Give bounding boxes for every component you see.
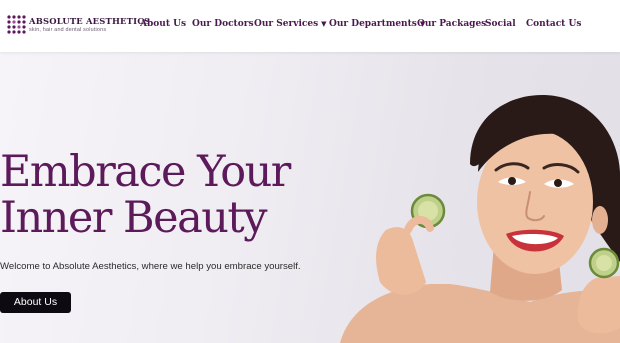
woman-holding-cucumber-slices-photo <box>340 95 620 343</box>
hero-title: Embrace Your Inner Beauty <box>0 149 320 241</box>
nav-item-label: Social <box>485 19 516 29</box>
hero-title-line-2: Inner Beauty <box>0 193 268 243</box>
hero-subtitle: Welcome to Absolute Aesthetics, where we… <box>0 261 301 272</box>
nav-item-label: About Us <box>140 19 187 29</box>
nav-item-contact-us[interactable]: Contact Us <box>526 19 581 29</box>
hero-title-line-1: Embrace Your <box>0 147 291 197</box>
about-us-button[interactable]: About Us <box>0 292 71 313</box>
nav-item-about-us[interactable]: About Us <box>140 19 186 29</box>
nav-item-label: Our Packages <box>417 19 487 29</box>
nav-item-label: Contact Us <box>526 19 582 29</box>
nav-item-label: Our Services <box>254 19 319 29</box>
nav-item-label: Our Doctors <box>192 19 254 29</box>
nav-item-our-doctors[interactable]: Our Doctors <box>192 19 254 29</box>
hero-section: Embrace Your Inner Beauty Welcome to Abs… <box>0 52 620 343</box>
nav-item-our-departments[interactable]: Our Departments ▼ <box>329 19 425 29</box>
site-header: ABSOLUTE AESTHETICS skin, hair and denta… <box>0 0 620 52</box>
nav-item-our-services[interactable]: Our Services ▼ <box>254 19 327 29</box>
main-nav: About Us Our Doctors Our Services ▼ Our D… <box>0 19 620 33</box>
nav-item-social[interactable]: Social <box>485 19 516 29</box>
chevron-down-icon: ▼ <box>321 19 327 28</box>
nav-item-label: Our Departments <box>329 19 417 29</box>
nav-item-our-packages[interactable]: Our Packages <box>417 19 486 29</box>
